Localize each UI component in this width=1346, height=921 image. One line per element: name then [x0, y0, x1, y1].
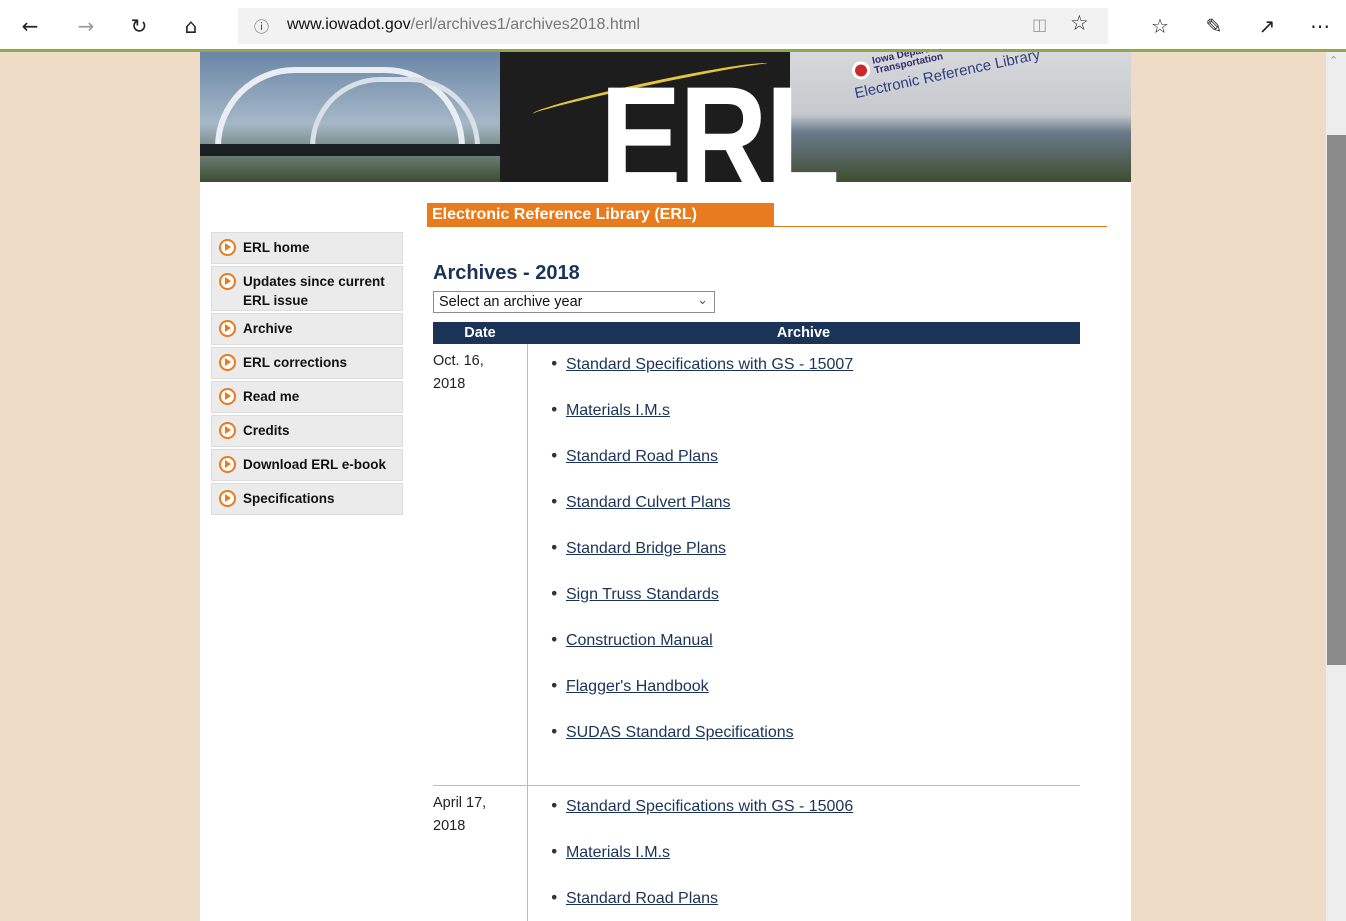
section-header: Electronic Reference Library (ERL) — [427, 203, 1107, 227]
document-link[interactable]: Sign Truss Standards — [566, 586, 719, 603]
document-link[interactable]: Standard Specifications with GS - 15006 — [566, 798, 853, 815]
document-link[interactable]: Materials I.M.s — [566, 844, 670, 861]
sidebar-item-read-me[interactable]: Read me — [211, 381, 403, 413]
document-link[interactable]: Construction Manual — [566, 632, 713, 649]
play-arrow-icon — [219, 354, 236, 371]
favorite-star-icon[interactable]: ☆ — [1070, 11, 1089, 35]
list-item: • Materials I.M.s — [549, 841, 670, 861]
erl-logo-letters: ERL — [600, 56, 840, 182]
forward-icon[interactable]: → — [72, 12, 100, 40]
document-link[interactable]: SUDAS Standard Specifications — [566, 724, 794, 741]
scrollbar-thumb[interactable] — [1327, 135, 1346, 665]
sidebar-item-download-ebook[interactable]: Download ERL e-book — [211, 449, 403, 481]
play-arrow-icon — [219, 320, 236, 337]
date-column-header: Date — [433, 322, 527, 344]
address-bar[interactable]: ⓘ www.iowadot.gov/erl/archives1/archives… — [238, 8, 1108, 44]
page-container: ERL Iowa Department of Transportation El… — [200, 52, 1131, 921]
erl-banner-image: ERL Iowa Department of Transportation El… — [200, 52, 1131, 182]
document-link[interactable]: Standard Road Plans — [566, 890, 718, 907]
document-list: • Standard Specifications with GS - 1500… — [528, 786, 1081, 921]
sidebar-item-erl-corrections[interactable]: ERL corrections — [211, 347, 403, 379]
page-title: Archives - 2018 — [433, 262, 580, 284]
table-row: Oct. 16, 2018 • Standard Specifications w… — [433, 344, 1080, 785]
browser-toolbar: ← → ↻ ⌂ ⓘ www.iowadot.gov/erl/archives1/… — [0, 0, 1346, 52]
document-link[interactable]: Materials I.M.s — [566, 402, 670, 419]
list-item: • SUDAS Standard Specifications — [549, 722, 794, 741]
document-link[interactable]: Flagger's Handbook — [566, 678, 709, 695]
list-item: • Flagger's Handbook — [549, 676, 709, 695]
sidebar-item-credits[interactable]: Credits — [211, 415, 403, 447]
reading-view-icon[interactable]: ◫ — [1032, 15, 1047, 34]
document-link[interactable]: Standard Specifications with GS - 15007 — [566, 356, 853, 373]
play-arrow-icon — [219, 388, 236, 405]
document-link[interactable]: Standard Culvert Plans — [566, 494, 731, 511]
list-item: • Materials I.M.s — [549, 400, 670, 419]
sidebar-item-specifications[interactable]: Specifications — [211, 483, 403, 515]
main-content: Archives - 2018 Select an archive year ⌄… — [433, 262, 1081, 921]
document-link[interactable]: Standard Road Plans — [566, 448, 718, 465]
list-item: • Sign Truss Standards — [549, 584, 719, 603]
archive-year-select[interactable]: Select an archive year ⌄ — [433, 291, 715, 313]
play-arrow-icon — [219, 456, 236, 473]
list-item: • Standard Specifications with GS - 1500… — [549, 795, 854, 815]
document-link[interactable]: Standard Bridge Plans — [566, 540, 726, 557]
site-info-icon[interactable]: ⓘ — [254, 16, 269, 37]
share-icon[interactable]: ↗ — [1253, 12, 1281, 40]
list-item: • Construction Manual — [549, 630, 713, 649]
refresh-icon[interactable]: ↻ — [125, 12, 153, 40]
play-arrow-icon — [219, 422, 236, 439]
back-icon[interactable]: ← — [16, 12, 44, 40]
sidebar-nav: ERL home Updates since current ERL issue… — [211, 232, 403, 517]
chevron-down-icon: ⌄ — [697, 293, 708, 308]
archive-date: Oct. 16, 2018 — [433, 344, 528, 785]
play-arrow-icon — [219, 273, 236, 290]
archive-column-header: Archive — [527, 322, 1080, 344]
list-item: • Standard Specifications with GS - 1500… — [549, 354, 854, 373]
play-arrow-icon — [219, 239, 236, 256]
home-icon[interactable]: ⌂ — [177, 12, 205, 40]
favorites-list-icon[interactable]: ☆ — [1146, 12, 1174, 40]
vertical-scrollbar[interactable]: ⌃ — [1326, 52, 1346, 921]
archive-date: April 17, 2018 — [433, 784, 528, 921]
sidebar-item-archive[interactable]: Archive — [211, 313, 403, 345]
list-item: • Standard Road Plans — [549, 446, 719, 465]
list-item: • Standard Bridge Plans — [549, 538, 727, 557]
more-icon[interactable]: ⋯ — [1306, 12, 1334, 40]
list-item: • Standard Road Plans — [549, 887, 719, 907]
section-header-tab: Electronic Reference Library (ERL) — [427, 203, 774, 227]
play-arrow-icon — [219, 490, 236, 507]
sidebar-item-erl-home[interactable]: ERL home — [211, 232, 403, 264]
list-item: • Standard Culvert Plans — [549, 492, 731, 511]
sidebar-item-updates[interactable]: Updates since current ERL issue — [211, 266, 403, 311]
scroll-up-icon[interactable]: ⌃ — [1329, 54, 1338, 67]
document-list: • Standard Specifications with GS - 1500… — [528, 344, 1081, 768]
archive-table: Date Archive Oct. 16, 2018 • Standard Spe… — [433, 322, 1080, 921]
pen-notes-icon[interactable]: ✎ — [1200, 12, 1228, 40]
url-text: www.iowadot.gov/erl/archives1/archives20… — [287, 16, 641, 33]
table-row: April 17, 2018 • Standard Specifications … — [433, 784, 1081, 921]
